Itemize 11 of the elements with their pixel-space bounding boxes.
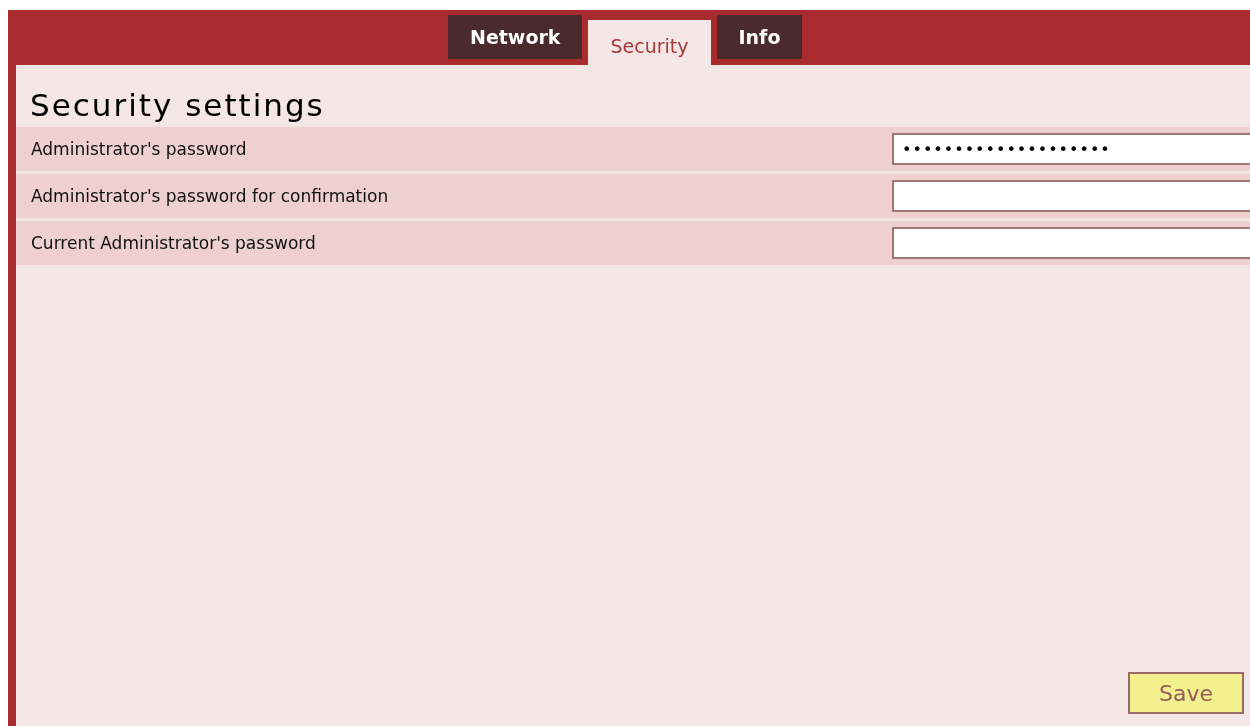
- tab[interactable]: Security: [588, 20, 711, 65]
- field-label: Administrator's password: [31, 139, 247, 159]
- save-button[interactable]: Save: [1128, 672, 1244, 714]
- field-label: Current Administrator's password: [31, 233, 316, 253]
- password-field[interactable]: [892, 227, 1250, 259]
- field-label: Administrator's password for confirmation: [31, 186, 389, 206]
- password-field[interactable]: [892, 180, 1250, 212]
- tab[interactable]: Network: [448, 15, 583, 59]
- password-field[interactable]: ••••••••••••••••••••: [892, 133, 1250, 165]
- page-heading: Security settings: [30, 87, 326, 123]
- tab[interactable]: Info: [716, 15, 803, 59]
